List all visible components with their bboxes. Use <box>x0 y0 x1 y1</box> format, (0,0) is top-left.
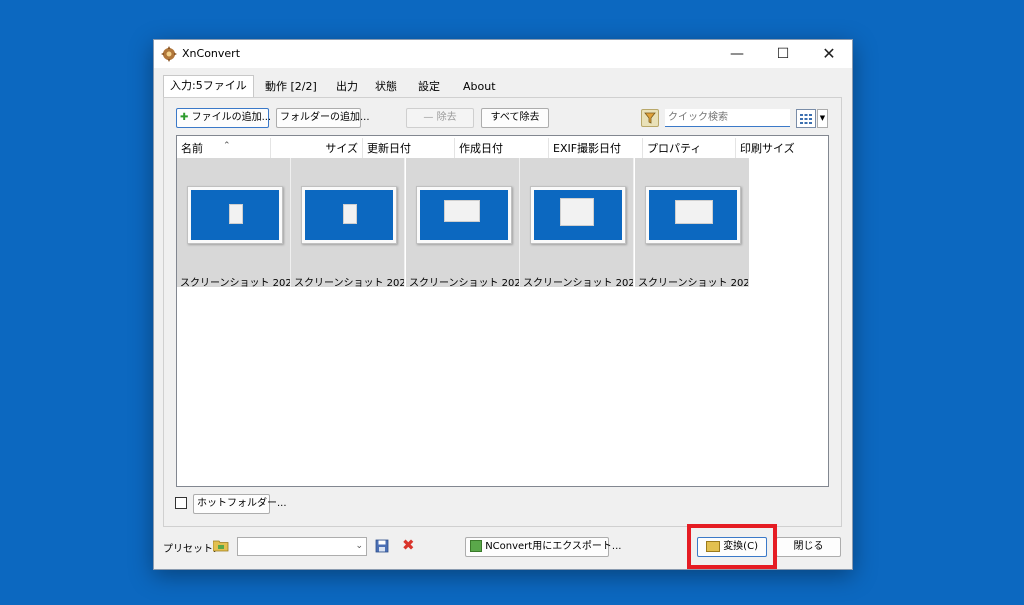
add-files-button[interactable]: ✚ ファイルの追加... <box>176 108 272 128</box>
nconvert-export-button[interactable]: NConvert用にエクスポート... <box>465 537 621 557</box>
file-thumbnail[interactable]: スクリーンショット 2025... <box>291 158 405 289</box>
chevron-down-icon: ⌄ <box>355 541 363 551</box>
file-thumbnail[interactable]: スクリーンショット 2025... <box>520 158 634 289</box>
preset-dropdown[interactable]: ⌄ <box>237 537 367 556</box>
tab-input[interactable]: 入力:5ファイル <box>163 75 254 98</box>
folder-open-icon[interactable] <box>213 539 229 552</box>
export-icon <box>470 540 482 552</box>
window-title: XnConvert <box>182 47 241 60</box>
thumbnail-image <box>530 186 626 244</box>
chevron-down-icon[interactable]: ▼ <box>817 109 828 128</box>
file-thumbnail[interactable]: スクリーンショット 2025... <box>177 158 291 289</box>
quick-search-input[interactable] <box>665 109 790 127</box>
minus-icon: — <box>423 112 434 123</box>
add-files-label: ファイルの追加... <box>191 112 272 123</box>
add-folder-button[interactable]: フォルダーの追加... <box>276 108 370 128</box>
column-header-properties[interactable]: プロパティ <box>643 138 736 159</box>
column-header-modified[interactable]: 更新日付 <box>363 138 455 159</box>
column-header-exif-date[interactable]: EXIF撮影日付 <box>549 138 643 159</box>
thumbnail-image <box>187 186 283 244</box>
delete-icon[interactable]: ✖ <box>402 537 415 553</box>
save-icon[interactable] <box>375 539 389 553</box>
convert-button-highlight <box>687 524 777 569</box>
close-window-button[interactable]: ✕ <box>806 40 852 68</box>
add-icon: ✚ <box>180 112 189 123</box>
file-thumbnail[interactable]: スクリーンショット 2025... <box>635 158 749 289</box>
filter-button[interactable] <box>641 109 659 127</box>
tab-settings[interactable]: 設定 <box>412 77 446 98</box>
file-name-label: スクリーンショット 2025... <box>638 278 748 289</box>
tab-status[interactable]: 状態 <box>369 77 403 98</box>
remove-all-button[interactable]: すべて除去 <box>481 108 549 128</box>
remove-button[interactable]: — 除去 <box>406 108 474 128</box>
file-name-label: スクリーンショット 2025... <box>409 278 519 289</box>
thumbnail-image <box>645 186 741 244</box>
thumbnail-image <box>416 186 512 244</box>
xnconvert-app-icon <box>161 46 177 62</box>
preset-label: プリセット: <box>163 544 217 555</box>
tab-output[interactable]: 出力 <box>330 77 364 98</box>
thumbnail-grid-icon <box>796 109 816 128</box>
view-mode-button[interactable]: ▼ <box>796 109 828 128</box>
column-header-print-size[interactable]: 印刷サイズ <box>736 138 828 159</box>
filter-icon <box>644 112 656 124</box>
file-thumbnail[interactable]: スクリーンショット 2025... <box>406 158 520 289</box>
export-label: NConvert用にエクスポート... <box>485 541 622 552</box>
close-button[interactable]: 閉じる <box>776 537 841 557</box>
remove-label: 除去 <box>436 112 457 123</box>
column-header-size[interactable]: サイズ <box>271 138 363 159</box>
tab-actions[interactable]: 動作 [2/2] <box>259 77 323 98</box>
sort-ascending-icon: ⌃ <box>223 141 231 151</box>
column-header-created[interactable]: 作成日付 <box>455 138 549 159</box>
minimize-button[interactable]: — <box>714 40 760 68</box>
thumbnail-image <box>301 186 397 244</box>
column-header-name[interactable]: ⌃ 名前 <box>177 138 271 159</box>
title-bar: XnConvert — ☐ ✕ <box>154 40 852 68</box>
tab-about[interactable]: About <box>457 77 502 98</box>
file-name-label: スクリーンショット 2025... <box>180 278 290 289</box>
hot-folder-button[interactable]: ホットフォルダー... <box>193 494 287 514</box>
hot-folder-checkbox[interactable] <box>175 497 187 509</box>
maximize-button[interactable]: ☐ <box>760 40 806 68</box>
file-name-label: スクリーンショット 2025... <box>294 278 404 289</box>
file-name-label: スクリーンショット 2025... <box>523 278 633 289</box>
